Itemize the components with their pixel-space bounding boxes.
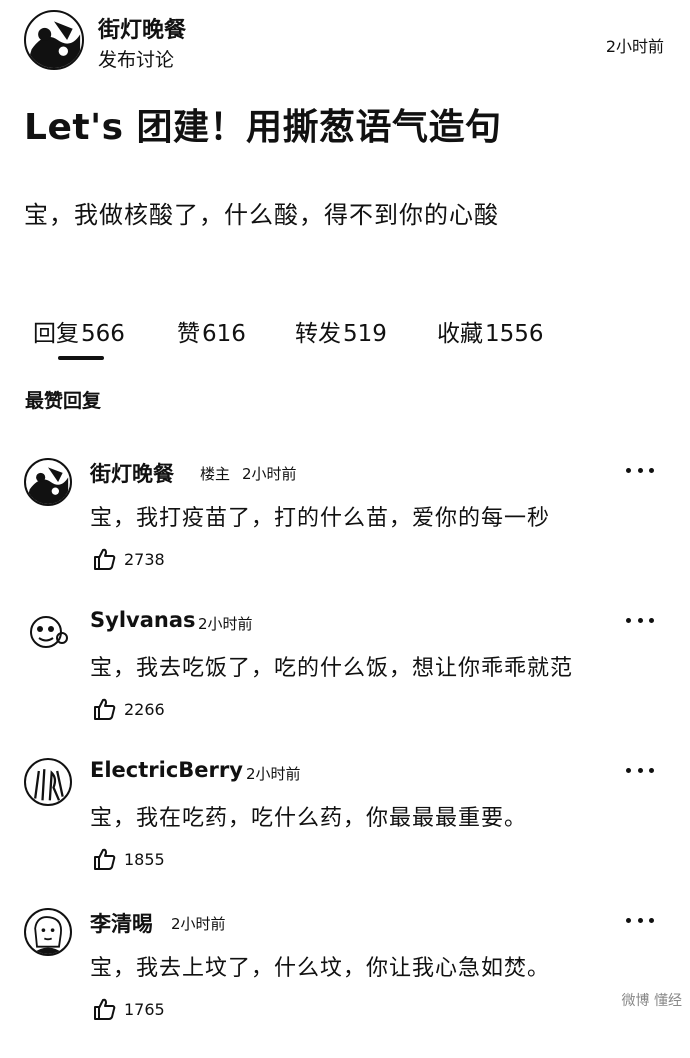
post-timestamp: 2小时前 (605, 37, 664, 56)
tab-reposts-label: 转发 (295, 321, 341, 347)
thumbs-up-icon (94, 848, 116, 870)
more-options-button[interactable] (626, 910, 654, 930)
comment-text: 宝，我去吃饭了，吃的什么饭，想让你乖乖就范 (90, 656, 574, 681)
commenter-name[interactable]: 街灯晚餐 (90, 458, 174, 488)
more-options-button[interactable] (626, 760, 654, 780)
comment-meta: 2小时前 (246, 763, 301, 784)
commenter-name[interactable]: ElectricBerry (90, 758, 243, 782)
comment-item: 街灯晚餐 楼主 2小时前 宝，我打疫苗了，打的什么苗，爱你的每一秒 2738 (0, 458, 690, 608)
comment-item: 李清晹 2小时前 宝，我去上坟了，什么坟，你让我心急如焚。 1765 (0, 908, 690, 1058)
comment-text: 宝，我打疫苗了，打的什么苗，爱你的每一秒 (90, 506, 551, 531)
tab-likes[interactable]: 赞616 (177, 314, 246, 348)
more-options-button[interactable] (626, 460, 654, 480)
author-name[interactable]: 街灯晚餐 (98, 12, 186, 44)
like-button[interactable]: 2738 (92, 546, 165, 572)
tab-favorites[interactable]: 收藏1556 (437, 314, 544, 348)
comment-text: 宝，我去上坟了，什么坟，你让我心急如焚。 (90, 956, 551, 981)
commenter-avatar[interactable] (24, 908, 72, 956)
comment-text: 宝，我在吃药，吃什么药，你最最最重要。 (90, 806, 528, 831)
author-avatar[interactable] (24, 10, 84, 70)
tab-favorites-label: 收藏 (437, 321, 483, 347)
street-lamp-avatar-icon (26, 467, 69, 504)
comment-timestamp: 2小时前 (171, 915, 226, 933)
thumbs-up-icon (94, 698, 116, 720)
like-count: 2738 (124, 549, 165, 569)
commenter-name[interactable]: Sylvanas (90, 608, 196, 632)
like-button[interactable]: 1855 (92, 846, 165, 872)
tab-likes-label: 赞 (177, 321, 200, 347)
thumbs-up-icon (94, 548, 116, 570)
more-options-button[interactable] (626, 610, 654, 630)
active-tab-indicator (58, 356, 104, 360)
like-count: 1765 (124, 999, 165, 1019)
portrait-avatar-icon (31, 916, 65, 954)
tab-reposts[interactable]: 转发519 (295, 314, 387, 348)
comment-item: Sylvanas 2小时前 宝，我去吃饭了，吃的什么饭，想让你乖乖就范 2266 (0, 608, 690, 758)
author-badge: 楼主 (200, 465, 231, 483)
comment-timestamp: 2小时前 (242, 465, 297, 483)
section-title: 最赞回复 (25, 390, 102, 412)
tab-replies[interactable]: 回复566 (33, 314, 125, 348)
tab-replies-count: 566 (81, 321, 125, 347)
comment-timestamp: 2小时前 (246, 765, 301, 783)
post-body: 宝，我做核酸了，什么酸，得不到你的心酸 (24, 201, 499, 229)
like-count: 1855 (124, 849, 165, 869)
comment-item: ElectricBerry 2小时前 宝，我在吃药，吃什么药，你最最最重要。 1… (0, 758, 690, 908)
tab-likes-count: 616 (202, 321, 246, 347)
post-action-label: 发布讨论 (98, 49, 175, 71)
like-button[interactable]: 1765 (92, 996, 165, 1022)
commenter-avatar[interactable] (24, 458, 72, 506)
sketch-avatar-icon (34, 769, 64, 801)
comment-timestamp: 2小时前 (198, 615, 253, 633)
commenter-avatar[interactable] (24, 758, 72, 806)
commenter-name[interactable]: 李清晹 (90, 908, 153, 938)
tab-favorites-count: 1556 (485, 321, 544, 347)
tab-reposts-count: 519 (343, 321, 387, 347)
tab-replies-label: 回复 (33, 321, 79, 347)
street-lamp-avatar-icon (26, 21, 81, 68)
like-count: 2266 (124, 699, 165, 719)
cartoon-face-avatar-icon (30, 616, 68, 648)
watermark: 微博 懂经 (621, 993, 682, 1009)
comment-meta: 2小时前 (198, 613, 253, 634)
comment-meta: 楼主 2小时前 (200, 463, 297, 484)
post-title: Let's 团建！用撕葱语气造句 (24, 107, 502, 148)
comment-meta: 2小时前 (171, 913, 226, 934)
thumbs-up-icon (94, 998, 116, 1020)
commenter-avatar[interactable] (24, 608, 72, 656)
like-button[interactable]: 2266 (92, 696, 165, 722)
